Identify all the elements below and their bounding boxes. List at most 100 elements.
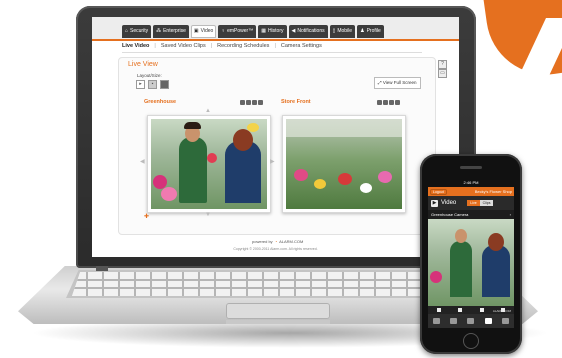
flower-red xyxy=(338,173,352,185)
calendar-icon: ▦ xyxy=(261,28,266,34)
view-full-screen-button[interactable]: ⤢ View Full Screen xyxy=(374,77,421,89)
tab-security[interactable]: ⌂ Security xyxy=(122,25,152,38)
tab-notifications[interactable]: ◀ Notifications xyxy=(288,25,328,38)
pan-down-arrow[interactable]: ▼ xyxy=(205,212,211,218)
store-front-video-image xyxy=(286,119,402,209)
man-hair xyxy=(184,122,201,129)
layout-size-label: Layout/Size: xyxy=(137,73,162,78)
tab-home-icon[interactable] xyxy=(433,318,441,324)
tab-label: History xyxy=(267,28,284,34)
ptz-plus-icon[interactable]: ✚ xyxy=(144,213,149,220)
top-navigation: ⌂ Security ⁂ Enterprise ▣ Video ♀ emPower™ ▦… xyxy=(92,17,459,41)
phone-brand: ALARM.COM xyxy=(492,309,511,313)
record-icon[interactable] xyxy=(240,100,245,105)
snapshot-icon[interactable] xyxy=(383,100,388,105)
bulb-icon: ♀ xyxy=(221,28,226,34)
phone-status-bar: 2:46 PM xyxy=(428,178,514,187)
segment-clips[interactable]: Clips xyxy=(479,200,494,206)
man-in-apron xyxy=(450,241,472,297)
phone-screen: 2:46 PM Logout Becky's Flower Shop ▶ Vid… xyxy=(428,178,514,328)
segment-live[interactable]: Live xyxy=(467,200,480,206)
phone-speaker xyxy=(460,166,482,169)
hinge-left xyxy=(96,266,108,271)
woman-hair xyxy=(233,129,253,151)
woman-hair xyxy=(488,233,504,251)
camera-feed-greenhouse[interactable] xyxy=(147,115,271,213)
phone-control-button[interactable] xyxy=(458,308,463,312)
pan-left-arrow[interactable]: ◀ xyxy=(140,158,145,165)
tab-label: emPower™ xyxy=(227,28,254,34)
flower-pink xyxy=(378,171,392,183)
layout-large-button[interactable] xyxy=(160,80,169,89)
settings-icon[interactable] xyxy=(389,100,394,105)
play-icon: ▶ xyxy=(431,199,438,207)
tab-label: Video xyxy=(200,28,214,34)
expand-icon[interactable] xyxy=(258,100,263,105)
tab-video[interactable]: ▣ Video xyxy=(190,25,217,38)
print-icon[interactable]: ▭ xyxy=(438,69,447,78)
tab-empower[interactable]: ♀ emPower™ xyxy=(218,25,257,38)
tab-history[interactable]: ▦ History xyxy=(258,25,287,38)
phone-control-button[interactable] xyxy=(479,308,484,312)
touchpad xyxy=(226,303,330,319)
footer-brand: ALARM.COM xyxy=(279,239,304,244)
tab-video-icon[interactable] xyxy=(484,318,492,324)
tab-more-icon[interactable] xyxy=(501,318,509,324)
phone-video-header: ▶ Video Live Clips xyxy=(428,196,514,210)
layout-single-button[interactable]: ▸ xyxy=(136,80,145,89)
powered-by-label: powered by xyxy=(252,239,273,244)
pan-right-arrow[interactable]: ▶ xyxy=(270,158,275,165)
flower-yellow xyxy=(247,123,259,132)
camera-name-store-front: Store Front xyxy=(281,99,311,105)
subnav-divider xyxy=(122,52,422,53)
phone-camera-row[interactable]: Greenhouse Camera › xyxy=(428,210,514,219)
phone-section-title: Video xyxy=(441,200,457,206)
view-full-screen-label: View Full Screen xyxy=(382,80,417,85)
flower-yellow xyxy=(314,179,326,189)
phone-home-button[interactable] xyxy=(463,333,479,349)
flower-pink xyxy=(430,271,442,283)
expand-icon: ⤢ xyxy=(378,80,382,85)
subnav-saved-clips[interactable]: Saved Video Clips xyxy=(161,43,206,49)
touchpad-button xyxy=(226,320,330,324)
phone-logout-button[interactable]: Logout xyxy=(430,188,447,195)
expand-icon[interactable] xyxy=(395,100,400,105)
subnav-separator: | xyxy=(154,43,156,49)
record-icon[interactable] xyxy=(377,100,382,105)
phone-title: Becky's Flower Shop xyxy=(474,189,512,194)
tab-history-icon[interactable] xyxy=(467,318,475,324)
chevron-right-icon: › xyxy=(509,212,511,217)
phone-tab-bar xyxy=(428,314,514,328)
phone-control-button[interactable] xyxy=(436,308,441,312)
keyboard xyxy=(72,272,480,296)
tab-enterprise[interactable]: ⁂ Enterprise xyxy=(153,25,189,38)
tab-profile[interactable]: ♟ Profile xyxy=(357,25,384,38)
phone-icon: ▯ xyxy=(332,28,336,34)
flower-white xyxy=(360,183,372,193)
footer-copyright: Copyright © 2000-2011 Alarm.com. All rig… xyxy=(233,247,318,251)
alarm-logo-icon: ◔ xyxy=(274,239,278,244)
camera-feed-store-front[interactable] xyxy=(282,115,406,213)
tab-security-icon[interactable] xyxy=(450,318,458,324)
tab-mobile[interactable]: ▯ Mobile xyxy=(329,25,356,38)
flower-pink xyxy=(294,169,308,181)
flower-pink xyxy=(161,187,177,201)
laptop-screen: ⌂ Security ⁂ Enterprise ▣ Video ♀ emPower™ ▦… xyxy=(92,17,459,257)
pan-up-arrow[interactable]: ▲ xyxy=(205,108,211,114)
phone-segment-control: Live Clips xyxy=(467,200,494,206)
settings-icon[interactable] xyxy=(252,100,257,105)
video-icon: ▣ xyxy=(193,28,199,34)
subnav-separator: | xyxy=(274,43,276,49)
subnav-live-video[interactable]: Live Video xyxy=(122,43,149,49)
camera-name-greenhouse: Greenhouse xyxy=(144,99,177,105)
subnav-recording-schedules[interactable]: Recording Schedules xyxy=(217,43,269,49)
subnav-camera-settings[interactable]: Camera Settings xyxy=(281,43,322,49)
phone-video-image xyxy=(428,219,514,307)
tab-label: Enterprise xyxy=(163,28,186,34)
subnav-separator: | xyxy=(210,43,213,49)
home-icon: ⌂ xyxy=(125,28,129,34)
snapshot-icon[interactable] xyxy=(246,100,251,105)
help-icon[interactable]: ? xyxy=(438,60,447,69)
sub-navigation: Live Video | Saved Video Clips | Recordi… xyxy=(122,43,322,49)
layout-grid-button[interactable]: ▪ xyxy=(148,80,157,89)
